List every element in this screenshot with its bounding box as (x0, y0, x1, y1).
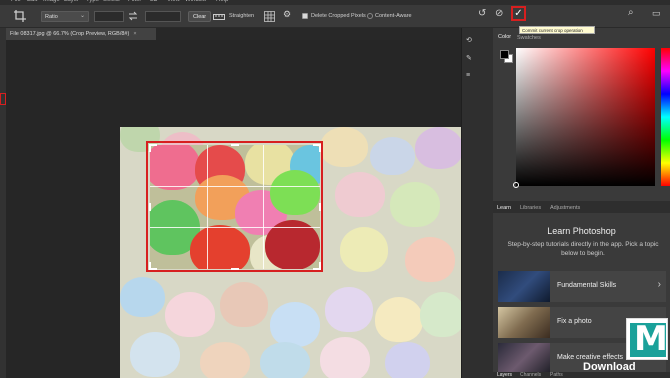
ratio-select[interactable]: Ratio ⌄ (41, 11, 89, 22)
width-input[interactable] (94, 11, 124, 22)
menu-item-help[interactable]: Help (216, 0, 228, 3)
menu-item-edit[interactable]: Edit (27, 0, 37, 3)
tutorial-thumbnail (498, 343, 550, 374)
menu-item-3d[interactable]: 3D (150, 0, 158, 3)
crop-handle-top-right[interactable] (319, 144, 321, 152)
check-icon: ✓ (514, 8, 523, 19)
document-tab[interactable]: File 08317.jpg @ 66.7% (Crop Preview, RG… (6, 28, 156, 40)
close-icon[interactable]: × (133, 31, 136, 37)
menu-item-select[interactable]: Select (103, 0, 120, 3)
history-icon[interactable]: ⟲ (466, 36, 472, 44)
hue-slider[interactable] (661, 48, 670, 186)
tutorial-card-fundamental-skills[interactable]: Fundamental Skills › (498, 271, 666, 302)
document-tab-title: File 08317.jpg @ 66.7% (Crop Preview, RG… (10, 31, 130, 37)
straighten-icon[interactable] (213, 13, 225, 21)
commit-crop-button[interactable]: ✓ (511, 6, 526, 21)
swap-icon[interactable] (128, 11, 138, 21)
brush-icon[interactable]: ✎ (466, 54, 472, 62)
crop-handle-bottom-left[interactable] (149, 262, 151, 270)
crop-handle-bottom[interactable] (231, 268, 239, 270)
watermark-text: Download (583, 361, 636, 373)
learn-panel-tabs: Learn Libraries Adjustments (493, 201, 670, 213)
straighten-label[interactable]: Straighten (229, 13, 254, 20)
foreground-color-swatch[interactable] (500, 50, 509, 59)
tab-learn[interactable]: Learn (497, 205, 511, 211)
learn-title: Learn Photoshop (547, 226, 616, 236)
crop-handle-bottom-right[interactable] (319, 262, 321, 270)
options-bar: Ratio ⌄ Clear Straighten ⚙ Delete Croppe… (0, 5, 670, 28)
reset-icon[interactable]: ↺ (478, 9, 486, 19)
menu-item-layer[interactable]: Layer (64, 0, 79, 3)
tab-color[interactable]: Color (498, 34, 511, 40)
properties-icon[interactable]: ≡ (466, 72, 470, 79)
tab-layers[interactable]: Layers (497, 372, 512, 378)
menu-item-window[interactable]: Window (185, 0, 206, 3)
crop-handle-right[interactable] (319, 203, 321, 211)
menu-item-type[interactable]: Type (86, 0, 99, 3)
color-picker-marker[interactable] (513, 182, 519, 188)
tutorial-card-label: Fundamental Skills (557, 282, 617, 289)
crop-highlight-frame (146, 141, 323, 272)
menu-item-image[interactable]: Image (43, 0, 60, 3)
menu-item-file[interactable]: File (11, 0, 21, 3)
crop-handle-left[interactable] (149, 203, 151, 211)
delete-cropped-label: Delete Cropped Pixels (311, 13, 366, 19)
tab-channels[interactable]: Channels (520, 372, 541, 378)
delete-cropped-checkbox[interactable] (302, 13, 308, 19)
tab-swatches[interactable]: Swatches (517, 35, 541, 41)
workspace-icon[interactable]: ▭ (652, 9, 661, 18)
content-aware-checkbox[interactable] (367, 13, 373, 19)
gear-icon[interactable]: ⚙ (283, 10, 291, 19)
tutorial-thumbnail (498, 271, 550, 302)
menu-item-view[interactable]: View (167, 0, 180, 3)
crop-handle-top[interactable] (231, 144, 239, 146)
menu-item-filter[interactable]: Filter (128, 0, 141, 3)
watermark: Download (583, 318, 669, 378)
tab-libraries[interactable]: Libraries (520, 205, 541, 211)
collapsed-panels: ⟲ ✎ ≡ (461, 28, 493, 378)
commit-tooltip: Commit current crop operation (519, 26, 595, 34)
chevron-down-icon: ⌄ (79, 13, 85, 19)
tab-adjustments[interactable]: Adjustments (550, 205, 580, 211)
search-icon[interactable]: ⌕ (628, 8, 634, 18)
clear-button[interactable]: Clear (188, 11, 212, 22)
tutorial-thumbnail (498, 307, 550, 338)
tab-paths[interactable]: Paths (550, 372, 563, 378)
content-aware-label: Content-Aware (375, 13, 412, 19)
learn-description: Step-by-step tutorials directly in the a… (507, 241, 659, 257)
cancel-icon[interactable]: ⊘ (495, 9, 503, 19)
height-input[interactable] (145, 11, 181, 22)
crop-tool-icon[interactable] (13, 9, 27, 23)
ratio-select-label: Ratio (45, 14, 58, 20)
watermark-logo (626, 318, 668, 360)
color-field[interactable] (516, 48, 655, 186)
grid-overlay-icon[interactable] (264, 11, 275, 22)
chevron-right-icon: › (657, 279, 661, 290)
crop-handle-top-left[interactable] (149, 144, 151, 152)
